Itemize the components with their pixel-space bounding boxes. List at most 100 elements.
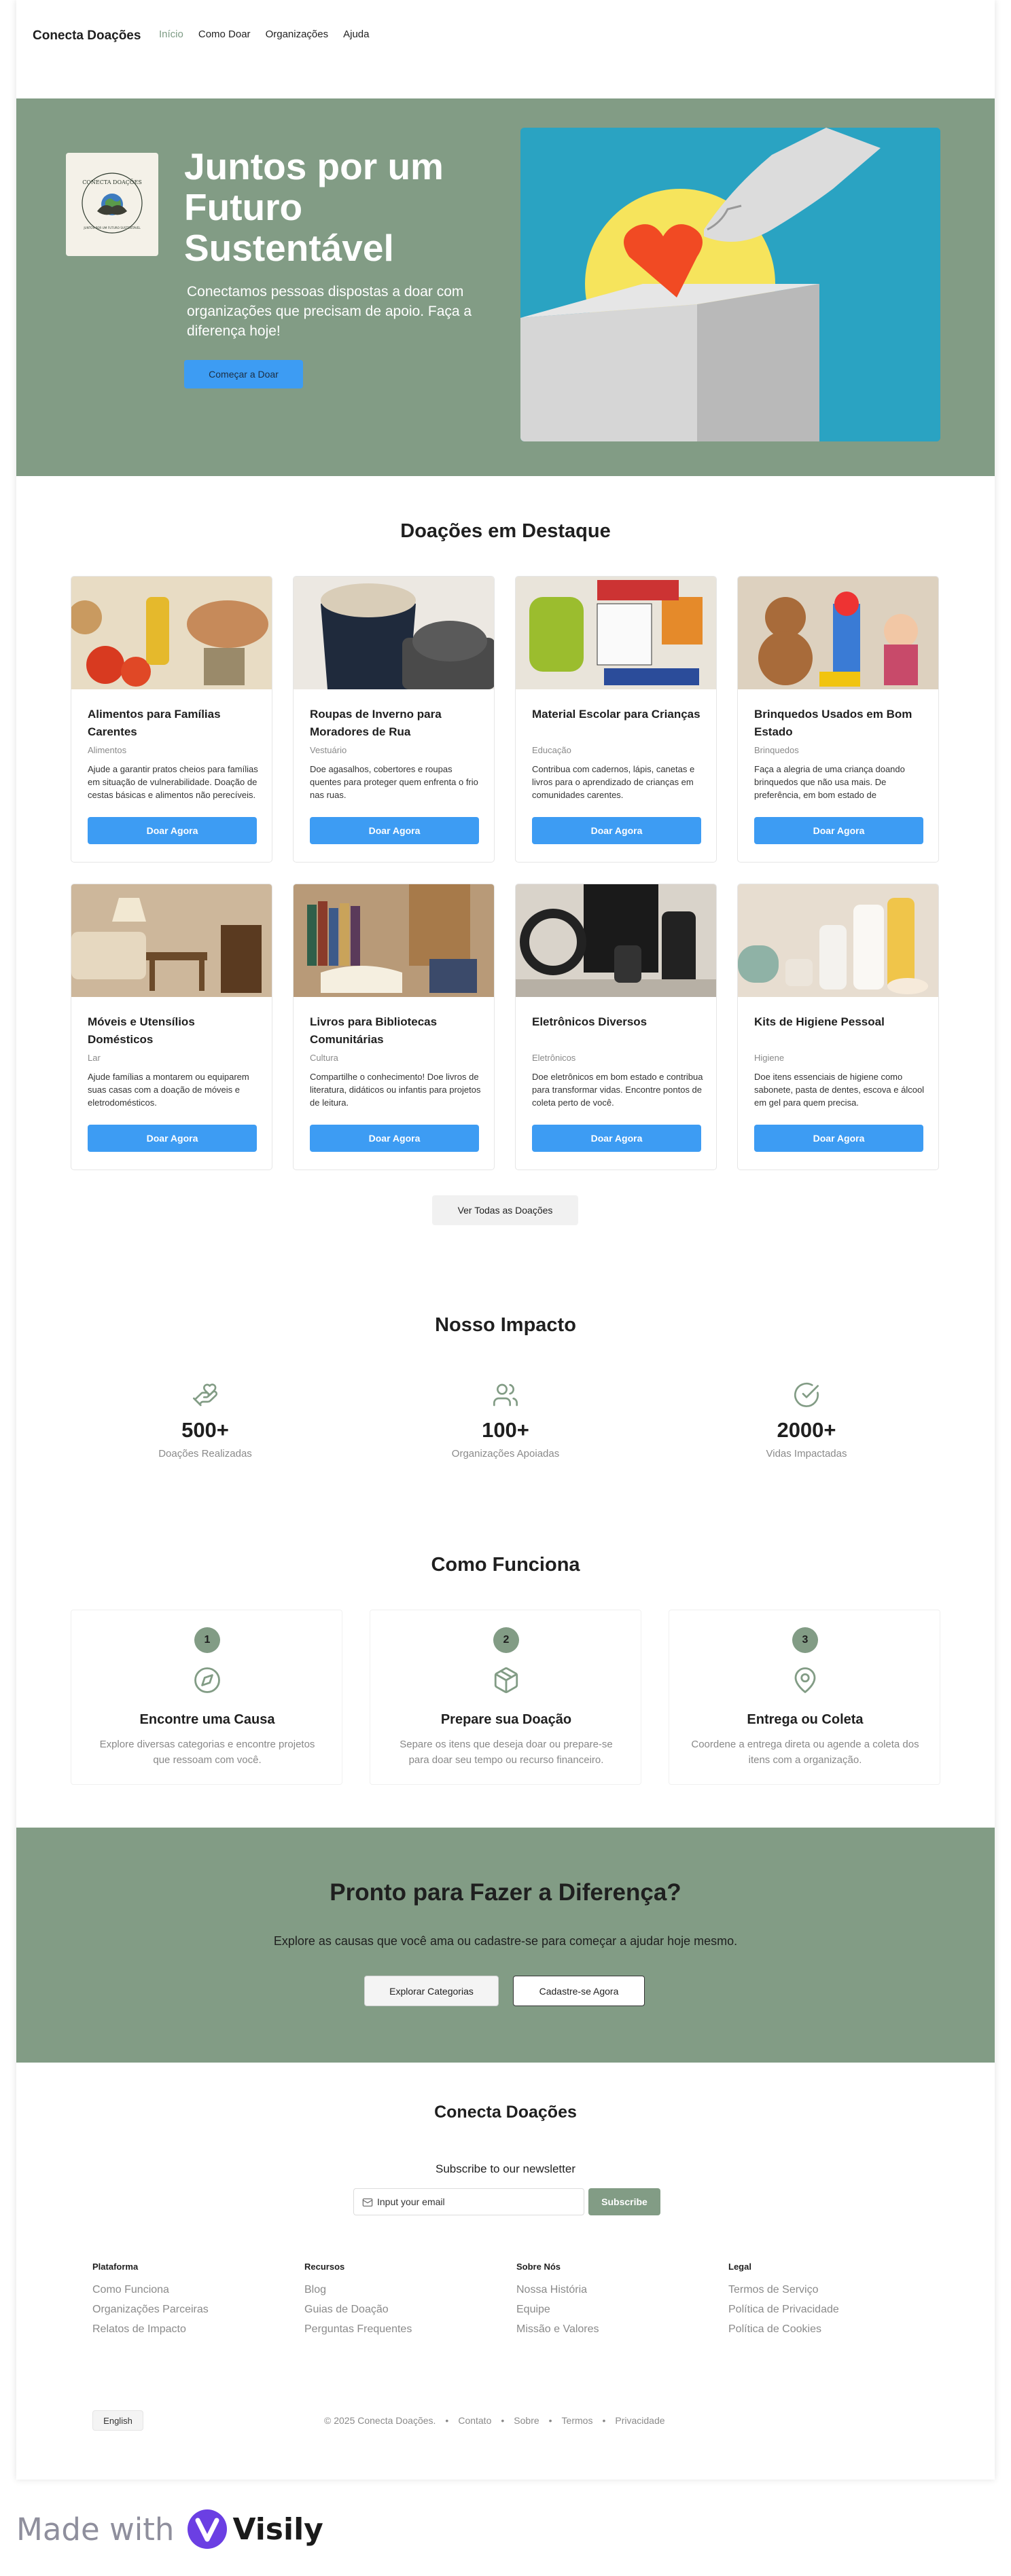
card-category: Cultura <box>310 1053 338 1063</box>
step-card: 3 Entrega ou Coleta Coordene a entrega d… <box>669 1610 940 1785</box>
card-description: Doe agasalhos, cobertores e roupas quent… <box>310 764 478 800</box>
donate-now-button[interactable]: Doar Agora <box>532 1125 701 1152</box>
footer-link[interactable]: Guias de Doação <box>304 2304 495 2316</box>
card-category: Brinquedos <box>754 745 799 755</box>
donation-card[interactable]: Eletrônicos Diversos Eletrônicos Doe ele… <box>515 884 717 1170</box>
card-title: Kits de Higiene Pessoal <box>754 1015 885 1028</box>
step-title: Prepare sua Doação <box>440 1712 572 1727</box>
footer-bottom-link-termos[interactable]: Termos <box>562 2415 593 2426</box>
footer-link[interactable]: Relatos de Impacto <box>92 2323 283 2336</box>
footer-link[interactable]: Política de Privacidade <box>728 2304 919 2316</box>
hero-logo: CONECTA DOAÇÕES JUNTOS POR UM FUTURO SUS… <box>66 153 158 256</box>
footer-link[interactable]: Termos de Serviço <box>728 2284 919 2296</box>
newsletter-input-wrap[interactable] <box>353 2188 584 2215</box>
card-image-electronics <box>516 884 716 997</box>
nav-link-como-doar[interactable]: Como Doar <box>198 29 251 40</box>
separator-dot: • <box>445 2415 449 2426</box>
step-description: Explore diversas categorias e encontre p… <box>99 1739 315 1766</box>
start-donating-button[interactable]: Começar a Doar <box>184 360 303 388</box>
step-description: Coordene a entrega direta ou agende a co… <box>691 1739 919 1766</box>
footer-link[interactable]: Missão e Valores <box>516 2323 707 2336</box>
donate-now-button[interactable]: Doar Agora <box>532 817 701 844</box>
check-circle-icon <box>794 1382 819 1407</box>
stat-value: 100+ <box>482 1418 529 1442</box>
brand-logo-text[interactable]: Conecta Doações <box>33 29 141 43</box>
card-description: Compartilhe o conhecimento! Doe livros d… <box>310 1072 481 1108</box>
donate-now-button[interactable]: Doar Agora <box>88 817 257 844</box>
footer-link[interactable]: Nossa História <box>516 2284 707 2296</box>
card-title: Roupas de Inverno para Moradores de Rua <box>310 708 442 738</box>
hero-section: CONECTA DOAÇÕES JUNTOS POR UM FUTURO SUS… <box>16 98 995 476</box>
footer-column-heading: Plataforma <box>92 2262 139 2272</box>
stat-label: Organizações Apoiadas <box>451 1448 560 1459</box>
donate-now-button[interactable]: Doar Agora <box>88 1125 257 1152</box>
donation-card[interactable]: Material Escolar para Crianças Educação … <box>515 576 717 863</box>
logo-lettering: CONECTA DOAÇÕES <box>82 179 142 185</box>
step-title: Entrega ou Coleta <box>747 1712 864 1727</box>
card-image-school <box>516 577 716 689</box>
donate-now-button[interactable]: Doar Agora <box>310 817 479 844</box>
step-title: Encontre uma Causa <box>139 1712 275 1727</box>
footer-bottom-link-contato[interactable]: Contato <box>458 2415 491 2426</box>
footer-bottom-link-privacidade[interactable]: Privacidade <box>615 2415 664 2426</box>
card-description: Doe itens essenciais de higiene como sab… <box>754 1072 925 1108</box>
cta-title: Pronto para Fazer a Diferença? <box>330 1879 681 1906</box>
footer-link[interactable]: Blog <box>304 2284 495 2296</box>
footer-link[interactable]: Política de Cookies <box>728 2323 919 2336</box>
step-card: 2 Prepare sua Doação Separe os itens que… <box>370 1610 641 1785</box>
footer-bottom-link-sobre[interactable]: Sobre <box>514 2415 539 2426</box>
card-image-books <box>294 884 494 997</box>
nav-link-ajuda[interactable]: Ajuda <box>343 29 369 40</box>
footer-column-sobre-nos: Sobre Nós Nossa História Equipe Missão e… <box>516 2262 707 2343</box>
language-selector[interactable]: English <box>92 2410 143 2431</box>
donate-now-button[interactable]: Doar Agora <box>754 1125 923 1152</box>
donation-card[interactable]: Roupas de Inverno para Moradores de Rua … <box>293 576 495 863</box>
signup-button[interactable]: Cadastre-se Agora <box>513 1976 645 2006</box>
featured-title: Doações em Destaque <box>400 520 611 542</box>
top-nav: Conecta Doações Início Como Doar Organiz… <box>16 0 995 98</box>
donate-now-button[interactable]: Doar Agora <box>310 1125 479 1152</box>
footer-column-heading: Recursos <box>304 2262 345 2272</box>
donation-card[interactable]: Móveis e Utensílios Domésticos Lar Ajude… <box>71 884 272 1170</box>
step-number: 1 <box>194 1627 220 1653</box>
hero-image <box>520 128 940 441</box>
step-number: 3 <box>792 1627 818 1653</box>
nav-link-organizacoes[interactable]: Organizações <box>266 29 329 40</box>
donate-now-button[interactable]: Doar Agora <box>754 817 923 844</box>
card-category: Alimentos <box>88 745 127 755</box>
card-description: Doe eletrônicos em bom estado e contribu… <box>532 1072 703 1108</box>
stat-label: Doações Realizadas <box>158 1448 252 1459</box>
footer-link[interactable]: Perguntas Frequentes <box>304 2323 495 2336</box>
card-title: Material Escolar para Crianças <box>532 708 700 721</box>
cta-subtitle: Explore as causas que você ama ou cadast… <box>273 1934 738 1948</box>
nav-link-inicio[interactable]: Início <box>159 29 183 40</box>
copyright-text: © 2025 Conecta Doações. <box>324 2415 436 2426</box>
subscribe-button[interactable]: Subscribe <box>588 2188 660 2215</box>
visily-logo-icon <box>188 2509 228 2549</box>
email-input[interactable] <box>377 2189 581 2215</box>
donation-card[interactable]: Livros para Bibliotecas Comunitárias Cul… <box>293 884 495 1170</box>
stat-lives: 2000+ Vidas Impactadas <box>705 1381 908 1459</box>
users-icon <box>493 1383 518 1407</box>
card-category: Lar <box>88 1053 101 1063</box>
map-pin-icon <box>794 1667 816 1693</box>
card-title: Alimentos para Famílias Carentes <box>88 708 221 738</box>
card-description: Faça a alegria de uma criança doando bri… <box>754 764 905 800</box>
footer-link[interactable]: Como Funciona <box>92 2284 283 2296</box>
separator-dot: • <box>548 2415 552 2426</box>
explore-categories-button[interactable]: Explorar Categorias <box>364 1976 499 2006</box>
donation-card[interactable]: Brinquedos Usados em Bom Estado Brinqued… <box>737 576 939 863</box>
donation-card[interactable]: Alimentos para Famílias Carentes Aliment… <box>71 576 272 863</box>
card-title: Brinquedos Usados em Bom Estado <box>754 708 912 738</box>
donation-card[interactable]: Kits de Higiene Pessoal Higiene Doe iten… <box>737 884 939 1170</box>
stat-label: Vidas Impactadas <box>766 1448 847 1459</box>
made-with-visily-badge[interactable]: Made with Visily <box>16 2508 323 2550</box>
stat-organizations: 100+ Organizações Apoiadas <box>404 1381 607 1459</box>
made-with-text: Made with <box>16 2511 175 2547</box>
hand-heart-icon <box>193 1383 218 1407</box>
see-all-donations-button[interactable]: Ver Todas as Doações <box>432 1195 578 1225</box>
footer-link[interactable]: Organizações Parceiras <box>92 2304 283 2316</box>
footer-link[interactable]: Equipe <box>516 2304 707 2316</box>
footer-column-heading: Legal <box>728 2262 751 2272</box>
logo-tagline: JUNTOS POR UM FUTURO SUSTENTÁVEL <box>83 226 141 230</box>
